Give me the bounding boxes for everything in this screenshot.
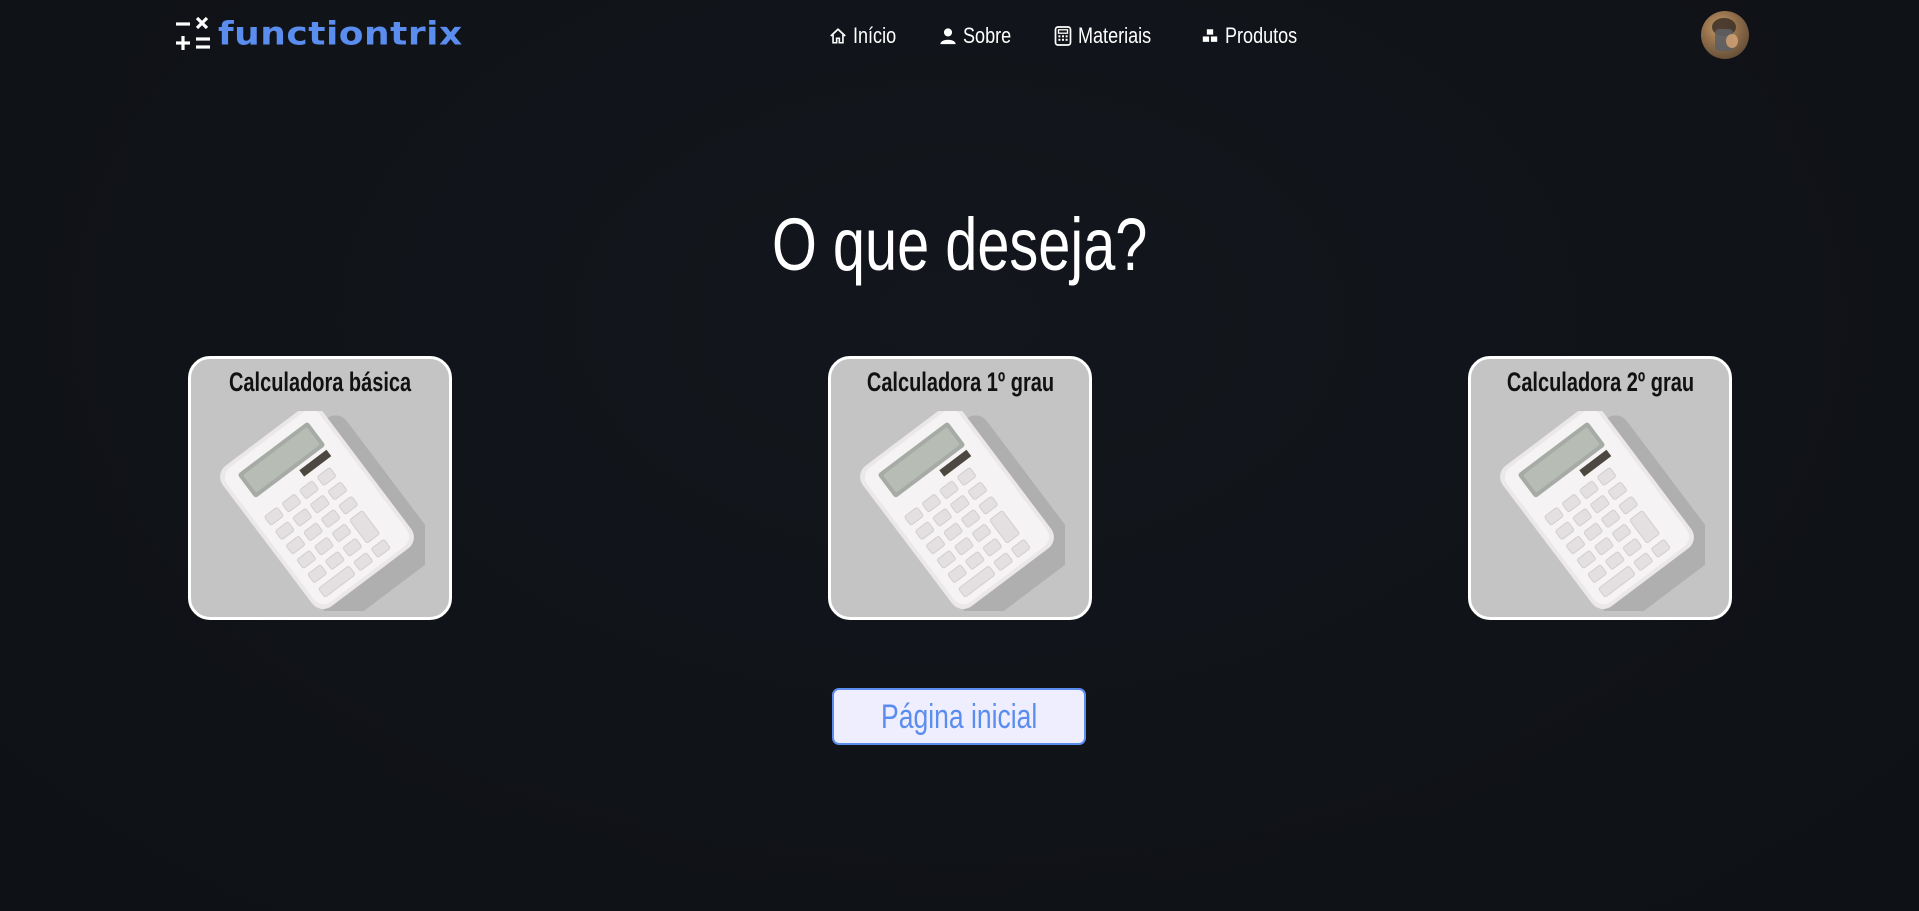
boxes-icon [1200, 26, 1220, 46]
card-calculadora-2-grau[interactable]: Calculadora 2º grau [1468, 356, 1732, 620]
page: functiontrix Início Sobre Materiais Prod… [0, 0, 1919, 911]
home-page-button[interactable]: Página inicial [832, 688, 1086, 745]
user-icon [938, 26, 958, 46]
calculator-icon [1053, 26, 1073, 46]
nav-label: Produtos [1224, 23, 1297, 48]
card-title: Calculadora 1º grau [866, 367, 1054, 397]
nav-item-sobre[interactable]: Sobre [938, 23, 1011, 49]
nav-item-materiais[interactable]: Materiais [1053, 23, 1155, 49]
brand-name: functiontrix [218, 16, 463, 53]
calculator-photo [855, 411, 1065, 611]
home-icon [828, 26, 848, 46]
nav-label: Sobre [962, 23, 1011, 48]
nav-label: Início [853, 23, 897, 48]
card-calculadora-basica[interactable]: Calculadora básica [188, 356, 452, 620]
card-title: Calculadora 2º grau [1506, 367, 1694, 397]
math-operators-icon [176, 16, 210, 50]
calculator-photo [215, 411, 425, 611]
main-nav: Início Sobre Materiais Produtos [828, 16, 1301, 56]
nav-item-inicio[interactable]: Início [828, 23, 897, 49]
page-title: O que deseja? [771, 203, 1148, 286]
user-avatar[interactable] [1701, 11, 1749, 59]
calculator-photo [1495, 411, 1705, 611]
nav-label: Materiais [1078, 23, 1152, 48]
brand-logo[interactable]: functiontrix [174, 14, 463, 56]
nav-item-produtos[interactable]: Produtos [1200, 23, 1301, 49]
card-title: Calculadora básica [228, 367, 412, 397]
card-calculadora-1-grau[interactable]: Calculadora 1º grau [828, 356, 1092, 620]
